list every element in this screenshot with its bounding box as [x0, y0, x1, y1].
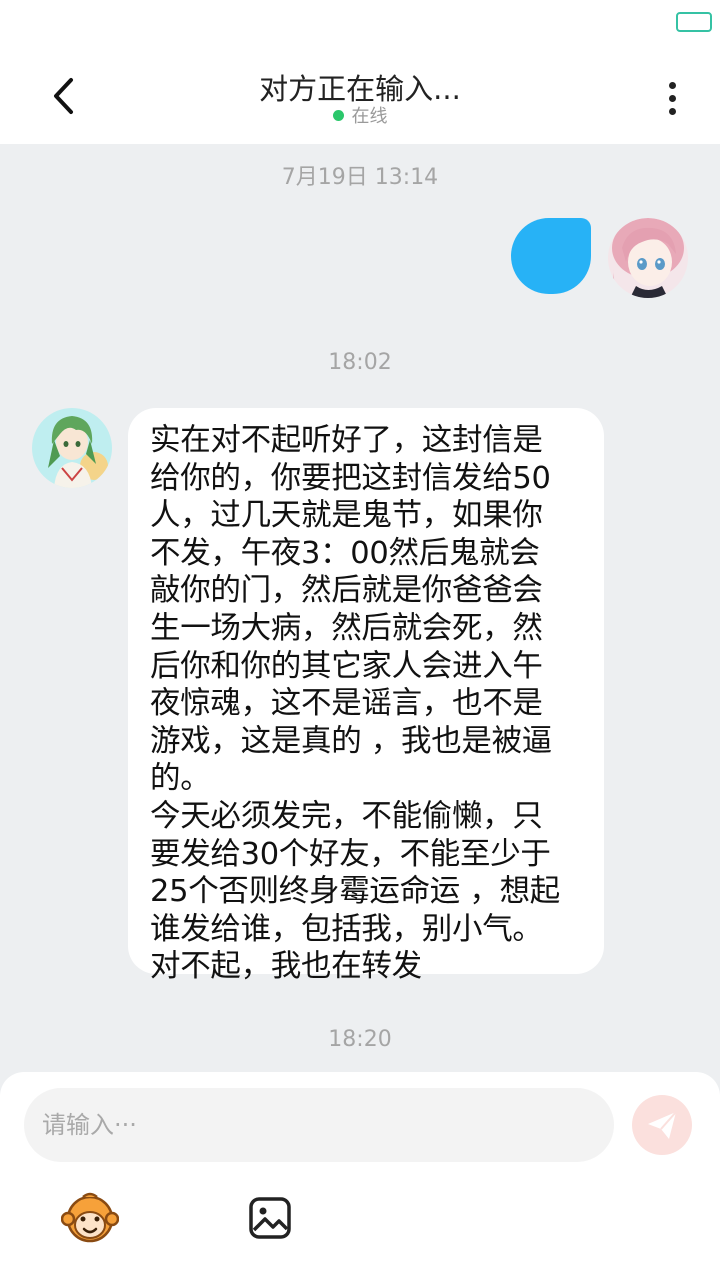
send-icon: [648, 1111, 677, 1139]
online-dot-icon: [332, 109, 344, 121]
message-timestamp: 7月19日 13:14: [281, 165, 439, 190]
received-message-bubble[interactable]: 实在对不起听好了，这封信是 给你的，你要把这封信发给50 人，过几天就是鬼节，如…: [128, 408, 604, 984]
message-timestamp: 18:20: [328, 1027, 392, 1052]
received-message-text: 实在对不起听好了，这封信是 给你的，你要把这封信发给50 人，过几天就是鬼节，如…: [150, 423, 561, 985]
input-panel: [0, 1072, 720, 1280]
chat-header: 对方正在输入... 在线: [0, 46, 720, 144]
sent-message-bubble[interactable]: [511, 218, 591, 294]
emoji-button[interactable]: [60, 1188, 120, 1248]
online-status-text: 在线: [351, 106, 388, 127]
anime-boy-avatar-icon: [32, 408, 112, 488]
anime-girl-avatar-icon: [608, 218, 688, 298]
message-timestamp: 18:02: [328, 350, 392, 375]
more-options-button[interactable]: [652, 76, 692, 120]
more-dot: [668, 81, 676, 89]
online-status: 在线: [0, 102, 720, 128]
message-input[interactable]: [24, 1088, 614, 1162]
more-dot: [668, 94, 676, 102]
battery-icon: [676, 12, 712, 32]
image-button[interactable]: [240, 1188, 300, 1248]
contact-avatar[interactable]: [32, 408, 112, 488]
status-bar: [0, 0, 720, 46]
more-dot: [668, 107, 676, 115]
monkey-emoji-icon: [61, 1192, 119, 1243]
my-avatar[interactable]: [608, 218, 688, 298]
send-button[interactable]: [632, 1095, 692, 1155]
image-icon: [249, 1197, 291, 1239]
